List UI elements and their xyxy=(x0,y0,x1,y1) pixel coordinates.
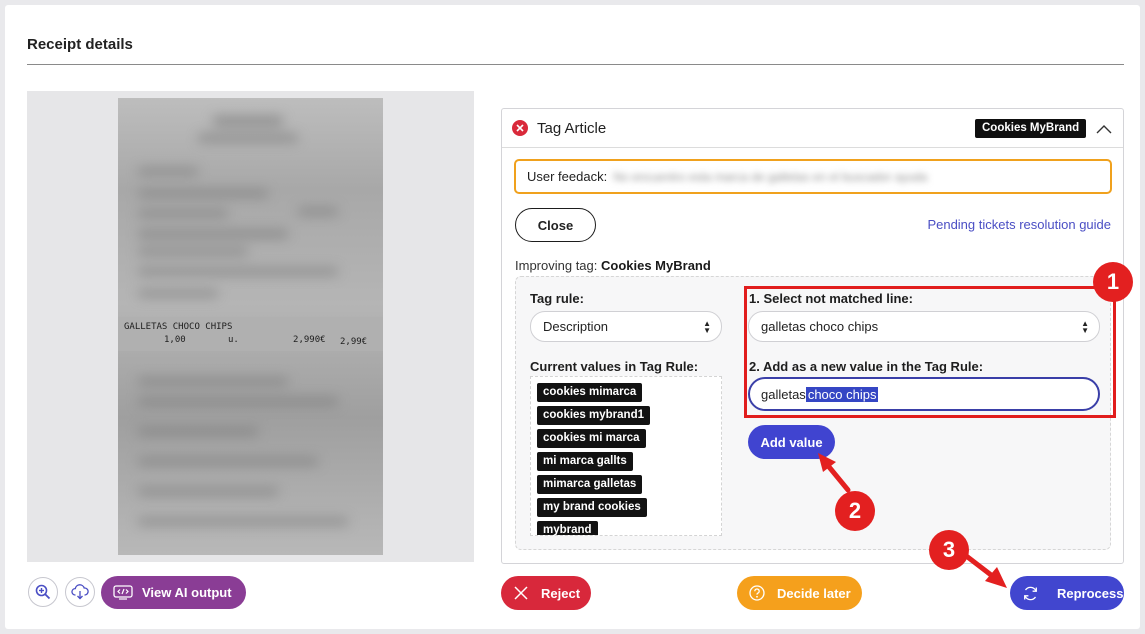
receipt-line-total: 2,99€ xyxy=(340,337,368,347)
annotation-arrow-3 xyxy=(962,552,1007,588)
view-ai-output-label: View AI output xyxy=(142,585,232,600)
tag-rule-label: Tag rule: xyxy=(530,291,584,306)
receipt-line-description: GALLETAS CHOCO CHIPS xyxy=(124,322,233,332)
close-icon xyxy=(514,586,528,600)
resolution-guide-link[interactable]: Pending tickets resolution guide xyxy=(927,217,1111,232)
view-ai-output-button[interactable]: View AI output xyxy=(101,576,246,609)
receipt-line-unit: u. 2,990€ xyxy=(228,335,326,345)
tag-value-chip: cookies mybrand1 xyxy=(537,406,650,425)
select-arrows-icon: ▲ ▼ xyxy=(703,319,711,335)
user-feedback-label: User feedack: xyxy=(527,169,608,184)
refresh-icon xyxy=(1024,586,1037,600)
close-button[interactable]: Close xyxy=(515,208,596,242)
tag-article-title: Tag Article xyxy=(537,120,607,137)
cloud-download-icon xyxy=(71,584,89,600)
chevron-up-icon[interactable] xyxy=(1094,121,1114,137)
tag-article-header[interactable]: Tag Article Cookies MyBrand xyxy=(502,109,1123,148)
download-button[interactable] xyxy=(65,577,95,607)
title-divider xyxy=(27,64,1124,65)
tag-rule-editor: Tag rule: Description ▲ ▼ Current values … xyxy=(515,276,1116,550)
user-feedback-box: User feedack: No encuentro esta marca de… xyxy=(514,159,1112,194)
receipt-image: GALLETAS CHOCO CHIPS 1,00 u. 2,990€ 2,99… xyxy=(118,98,383,555)
zoom-in-icon xyxy=(35,584,51,600)
improving-tag-name: Cookies MyBrand xyxy=(601,258,711,273)
zoom-in-button[interactable] xyxy=(28,577,58,607)
receipt-highlighted-line: GALLETAS CHOCO CHIPS 1,00 u. 2,990€ 2,99… xyxy=(118,317,383,351)
decide-later-button[interactable]: Decide later xyxy=(737,576,862,610)
question-circle-icon xyxy=(749,585,765,601)
receipt-line-qty: 1,00 xyxy=(164,335,186,345)
improving-tag-text: Improving tag: Cookies MyBrand xyxy=(515,258,711,273)
tag-value-chip: mybrand xyxy=(537,521,598,535)
page-title: Receipt details xyxy=(27,36,133,53)
tag-value-chip: cookies mimarca xyxy=(537,383,643,402)
annotation-highlight-box xyxy=(744,286,1116,418)
annotation-arrow-2 xyxy=(818,453,851,493)
brand-badge: Cookies MyBrand xyxy=(975,119,1087,138)
user-feedback-text: No encuentro esta marca de galletas en e… xyxy=(613,169,928,184)
annotation-marker-1: 1 xyxy=(1093,262,1133,302)
receipt-viewer[interactable]: GALLETAS CHOCO CHIPS 1,00 u. 2,990€ 2,99… xyxy=(27,91,474,562)
reprocess-button[interactable]: Reprocess xyxy=(1010,576,1124,610)
error-icon xyxy=(512,120,528,136)
current-values-list[interactable]: cookies mimarca cookies mybrand1 cookies… xyxy=(530,376,722,536)
code-monitor-icon xyxy=(113,585,133,600)
reject-button[interactable]: Reject xyxy=(501,576,591,610)
tag-value-chip: mi marca gallts xyxy=(537,452,633,471)
tag-value-chip: my brand cookies xyxy=(537,498,647,517)
tag-rule-select[interactable]: Description ▲ ▼ xyxy=(530,311,722,342)
receipt-line-unit-price: 2,990€ xyxy=(293,335,326,345)
tag-value-chip: mimarca galletas xyxy=(537,475,643,494)
tag-value-chip: cookies mi marca xyxy=(537,429,646,448)
current-values-label: Current values in Tag Rule: xyxy=(530,359,699,374)
